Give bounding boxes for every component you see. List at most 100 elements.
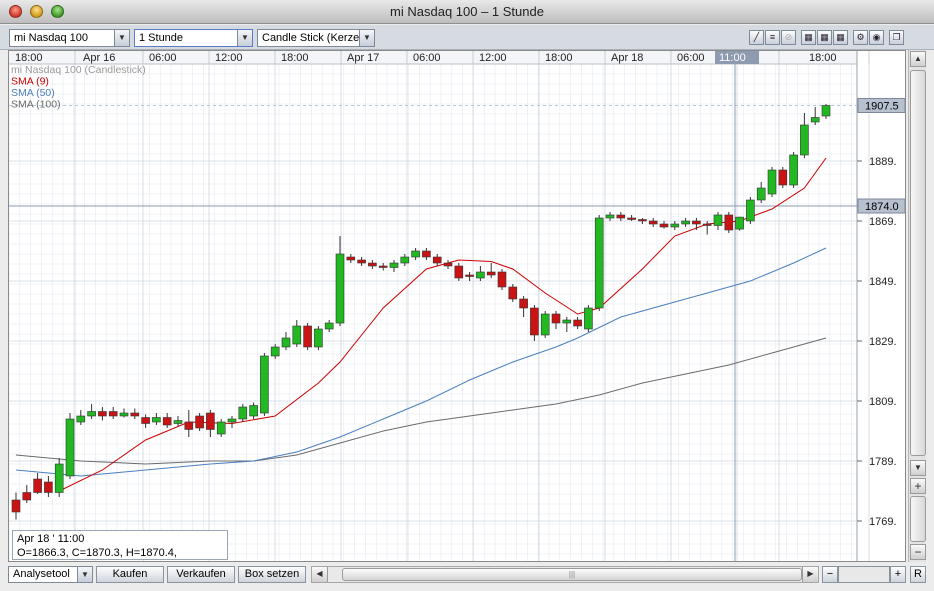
- settings-button[interactable]: ⚙: [853, 30, 868, 45]
- instrument-select-value: mi Nasdaq 100: [14, 32, 88, 44]
- instrument-select[interactable]: mi Nasdaq 100 ▼: [9, 29, 130, 47]
- candle: [206, 410, 215, 437]
- scroll-down-button[interactable]: ▼: [910, 460, 926, 476]
- lines-icon: ≡: [769, 32, 776, 42]
- set-box-button[interactable]: Box setzen: [238, 566, 306, 583]
- candle-body: [789, 154, 798, 186]
- zoom-in-horizontal-button[interactable]: +: [890, 566, 906, 583]
- chart-area[interactable]: 18:00 Apr 16 06:00 12:00 18:00 Apr 17 06:00 12:…: [8, 50, 906, 562]
- horizontal-scroll-thumb[interactable]: |||: [342, 568, 802, 581]
- candle-body: [195, 415, 204, 429]
- minus-icon: −: [914, 545, 922, 559]
- vertical-zoom-track[interactable]: [910, 496, 926, 542]
- grid-view-button-2[interactable]: ▦: [817, 30, 832, 45]
- candle: [584, 305, 593, 332]
- candle-body: [76, 415, 86, 423]
- candle: [357, 257, 366, 266]
- vertical-scroll-thumb[interactable]: [910, 70, 926, 456]
- candle-body: [443, 262, 453, 267]
- scroll-left-button[interactable]: ◀: [312, 567, 328, 582]
- horizontal-lines-button[interactable]: ≡: [765, 30, 780, 45]
- candle-body: [281, 337, 291, 348]
- candle: [195, 413, 204, 431]
- triangle-down-icon: ▼: [914, 463, 922, 472]
- interval-select-value: 1 Stunde: [139, 32, 184, 44]
- candle-body: [702, 223, 712, 226]
- candle: [465, 272, 474, 281]
- sell-button[interactable]: Verkaufen: [167, 566, 235, 583]
- interval-select[interactable]: 1 Stunde ▼: [134, 29, 253, 47]
- candle-body: [670, 223, 680, 228]
- candle: [497, 269, 507, 290]
- candle-body: [778, 169, 788, 186]
- grid-view-button-3[interactable]: ▦: [833, 30, 848, 45]
- last-price-label: 1907.5: [865, 101, 899, 113]
- candlestick-chart[interactable]: 18:00 Apr 16 06:00 12:00 18:00 Apr 17 06:00 12:…: [9, 51, 906, 562]
- candle-body: [357, 259, 366, 264]
- candle-body: [810, 117, 820, 123]
- price-axis-label: 1789.: [869, 456, 897, 468]
- grid-view-button-1[interactable]: ▦: [801, 30, 816, 45]
- candle: [260, 353, 269, 416]
- candle-body: [594, 217, 604, 309]
- horizontal-scrollbar[interactable]: ◀ ||| ▶: [311, 566, 819, 583]
- candle-body: [476, 271, 485, 279]
- chart-type-select[interactable]: Candle Stick (Kerzen ▼: [257, 29, 375, 47]
- vertical-scrollbar[interactable]: ▲ ▼ + −: [908, 50, 926, 562]
- info-date: Apr 18 ' 11:00: [17, 533, 85, 545]
- candle-body: [486, 271, 496, 276]
- chevron-down-icon[interactable]: ▼: [237, 30, 252, 46]
- candle: [659, 221, 669, 229]
- reset-view-button[interactable]: R: [910, 566, 926, 583]
- candle: [746, 197, 755, 224]
- candle: [346, 254, 356, 263]
- candle-body: [152, 417, 161, 423]
- indicator-button[interactable]: ◉: [869, 30, 884, 45]
- candle-body: [627, 217, 636, 220]
- candle: [33, 473, 42, 494]
- candle-body: [130, 412, 140, 417]
- scroll-up-button[interactable]: ▲: [910, 51, 926, 67]
- horizontal-zoom-track[interactable]: [838, 566, 890, 583]
- candle: [152, 413, 161, 425]
- zoom-in-vertical-button[interactable]: +: [910, 478, 926, 494]
- chevron-down-icon[interactable]: ▼: [359, 30, 374, 46]
- candle-body: [562, 319, 572, 324]
- candle: [303, 323, 312, 350]
- zoom-out-horizontal-button[interactable]: −: [822, 566, 838, 583]
- candle-body: [508, 286, 518, 300]
- chevron-down-icon[interactable]: ▼: [114, 30, 129, 46]
- candle: [324, 320, 334, 332]
- chart-type-select-value: Candle Stick (Kerzen: [262, 32, 366, 44]
- buy-button[interactable]: Kaufen: [96, 566, 164, 583]
- time-axis-label: 06:00: [677, 52, 705, 64]
- candle: [249, 402, 258, 419]
- analysis-tool-value: Analysetool: [13, 568, 70, 580]
- chevron-down-icon[interactable]: ▼: [77, 567, 92, 582]
- candle-body: [411, 250, 420, 258]
- grid-icon: ▦: [820, 32, 829, 42]
- scroll-right-button[interactable]: ▶: [802, 567, 818, 582]
- time-axis-label: 18:00: [281, 52, 309, 64]
- delete-drawing-button[interactable]: ⊘: [781, 30, 796, 45]
- candle: [638, 218, 647, 224]
- time-axis-label: 18:00: [15, 52, 43, 64]
- candle: [422, 248, 431, 260]
- price-axis-label: 1769.: [869, 516, 897, 528]
- candle: [692, 218, 701, 230]
- detach-window-button[interactable]: ❐: [889, 30, 904, 45]
- candle: [368, 260, 377, 269]
- price-axis-label: 1889.: [869, 156, 897, 168]
- candle: [270, 344, 280, 359]
- zoom-out-vertical-button[interactable]: −: [910, 544, 926, 560]
- grip-icon: |||: [568, 570, 576, 579]
- candle: [65, 413, 75, 479]
- candle-body: [227, 418, 237, 423]
- candle-body: [44, 481, 53, 493]
- candle-body: [303, 325, 312, 348]
- analysis-tool-select[interactable]: Analysetool ▼: [8, 566, 93, 583]
- draw-line-button[interactable]: ╱: [749, 30, 764, 45]
- candle-body: [238, 406, 248, 420]
- candle-body: [314, 328, 323, 348]
- time-axis-label: Apr 17: [347, 52, 379, 64]
